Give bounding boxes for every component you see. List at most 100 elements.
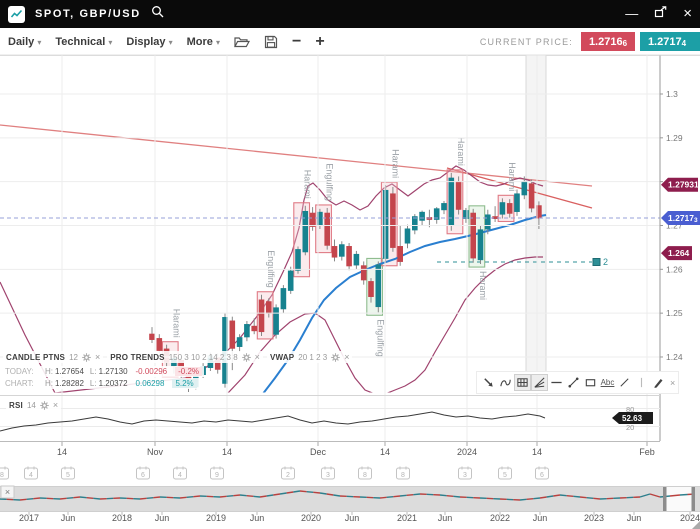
candle	[310, 207, 315, 231]
navigator-selection[interactable]	[666, 487, 692, 511]
nav-date-label: 2022	[490, 513, 510, 523]
candle	[274, 304, 279, 338]
close-icon[interactable]: ×	[53, 400, 58, 410]
badge-pip: 3	[694, 217, 698, 224]
close-icon[interactable]: ×	[670, 378, 675, 388]
candle	[493, 206, 498, 222]
event-icon[interactable]: 8	[397, 467, 410, 480]
navigator-series	[333, 495, 340, 496]
candle	[259, 295, 264, 336]
candle	[150, 327, 155, 343]
trendline	[0, 125, 592, 186]
pattern-label: Harami	[303, 170, 313, 199]
level-marker	[593, 259, 600, 266]
navigator-series	[273, 494, 280, 495]
pencil-tool-icon[interactable]	[651, 375, 666, 390]
axis-price-badge: 1.27931	[661, 178, 699, 192]
candle-body	[303, 211, 308, 251]
event-icon[interactable]: 8	[359, 467, 372, 480]
y-tick-label: 1.24	[666, 352, 683, 362]
gear-icon[interactable]	[242, 353, 251, 362]
candle-body	[281, 289, 286, 309]
navigator-handle-left[interactable]	[663, 487, 667, 511]
grid-tool-icon[interactable]	[515, 375, 530, 390]
candle-body	[420, 212, 425, 220]
rsi-tick-label: 20	[626, 423, 634, 432]
rectangle-tool-icon[interactable]	[583, 375, 598, 390]
navigator-series	[147, 498, 154, 499]
event-icon[interactable]: 4	[25, 467, 38, 480]
navigator-series	[593, 498, 600, 499]
navigator-series	[280, 493, 287, 494]
candle	[245, 321, 250, 341]
navigator-series	[260, 496, 267, 497]
candle-body	[288, 271, 293, 290]
navigator-series	[387, 497, 394, 498]
text-tool-icon[interactable]: Abc	[600, 375, 615, 390]
navigator-series	[453, 496, 460, 497]
event-icon[interactable]: 4	[174, 467, 187, 480]
badge-text: 1.27173	[668, 213, 698, 224]
navigator-series	[520, 499, 527, 500]
chart-change-pct: 5.2%	[172, 379, 196, 388]
event-count: 6	[540, 472, 544, 479]
candle	[347, 243, 352, 270]
line-tool-icon[interactable]	[617, 375, 632, 390]
navigator-series	[547, 496, 554, 497]
event-icon[interactable]: 5	[62, 467, 75, 480]
event-icon[interactable]: 6	[137, 467, 150, 480]
pattern-label: Engulfing	[325, 163, 335, 201]
navigator-series	[247, 496, 254, 497]
trend-line-tool-icon[interactable]	[566, 375, 581, 390]
candle-body	[267, 302, 272, 313]
navigator-handle-right[interactable]	[692, 487, 696, 511]
nav-date-label: Jun	[250, 513, 265, 523]
event-icon[interactable]: 5	[499, 467, 512, 480]
navigator-series	[380, 497, 387, 498]
candle	[405, 225, 410, 249]
event-icon[interactable]: 9	[211, 467, 224, 480]
event-count: 2	[286, 472, 290, 479]
legend-vwap: VWAP 20 1 2 3 ×	[267, 351, 353, 363]
event-icon[interactable]: 3	[459, 467, 472, 480]
horizontal-line-tool-icon[interactable]	[549, 375, 564, 390]
trading-app-window: { "titlebar": {"symbol": "SPOT, GBP/USD"…	[0, 0, 700, 529]
navigator-close-button[interactable]: ×	[1, 486, 14, 498]
navigator-series	[253, 496, 260, 497]
event-count: 9	[215, 472, 219, 479]
candle-body	[252, 326, 257, 330]
curve-tool-icon[interactable]	[498, 375, 513, 390]
event-count: 6	[141, 472, 145, 479]
event-count: 3	[326, 472, 330, 479]
badge-text: 1.264	[668, 248, 690, 258]
event-icon[interactable]: 3	[322, 467, 335, 480]
y-tick-label: 1.29	[666, 133, 683, 143]
event-icon[interactable]: 8	[0, 467, 9, 480]
navigator-series	[193, 496, 200, 497]
navigator-series	[180, 497, 187, 498]
navigator-series	[187, 497, 194, 498]
rsi-value-badge: 52.63	[612, 412, 653, 424]
event-count: 4	[178, 472, 182, 479]
close-icon[interactable]: ×	[95, 352, 100, 362]
close-icon[interactable]: ×	[344, 352, 349, 362]
gear-icon[interactable]	[331, 353, 340, 362]
event-icon[interactable]: 6	[536, 467, 549, 480]
gear-icon[interactable]	[82, 353, 91, 362]
gear-icon[interactable]	[40, 401, 49, 410]
navigator-series	[73, 497, 80, 498]
navigator-series	[300, 491, 307, 492]
event-icon[interactable]: 2	[282, 467, 295, 480]
close-icon[interactable]: ×	[255, 352, 260, 362]
rsi-line	[0, 412, 545, 431]
nav-date-label: 2017	[19, 513, 39, 523]
candle-body	[486, 215, 491, 229]
rsi-legend: RSI 14 ×	[6, 399, 61, 411]
nav-date-label: 2023	[584, 513, 604, 523]
drawing-toolbar: Abc ×	[477, 372, 678, 393]
y-tick-label: 1.25	[666, 308, 683, 318]
cursor-tool-icon[interactable]	[481, 375, 496, 390]
fan-lines-tool-icon[interactable]	[532, 375, 547, 390]
navigator-series	[287, 492, 294, 493]
navigator-series	[93, 498, 100, 499]
